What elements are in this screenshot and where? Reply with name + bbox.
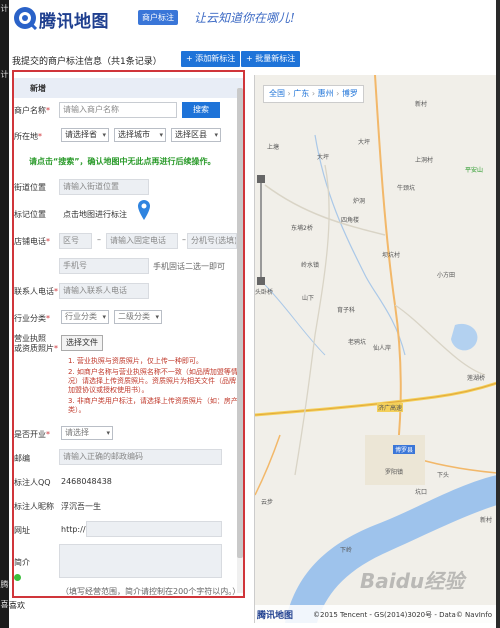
map-label: 东埔2桥	[291, 225, 313, 232]
map-label: 新村	[480, 517, 493, 524]
map-label: 平安山	[465, 167, 484, 174]
slogan: 让云知道你在哪儿!	[194, 11, 295, 25]
map-label: 牛颈坑	[397, 185, 416, 192]
map-label: 坑口	[415, 489, 428, 496]
shop-phone-label: 店铺电话*	[14, 237, 50, 246]
open-status-label: 是否开业*	[14, 430, 50, 439]
qq-label: 标注人QQ	[14, 478, 51, 487]
merchant-name-label: 商户名称*	[14, 106, 50, 115]
map-label: 莲湖桥	[467, 375, 486, 382]
nickname-value: 浮沉吾一生	[61, 502, 101, 511]
industry-select[interactable]: 行业分类 ▾	[61, 310, 109, 324]
right-window-strip	[496, 0, 500, 628]
postcode-label: 邮编	[14, 454, 30, 463]
intro-label: 简介	[14, 558, 30, 567]
map-label: 头卧桥	[255, 289, 274, 296]
nickname-label: 标注人昵称	[14, 502, 54, 511]
city-select[interactable]: 选择城市 ▾	[114, 128, 166, 142]
map-label: 下岭	[340, 547, 353, 554]
license-note-3: 3. 非商户类用户标注，请选择上传资质照片（如：房产类）。	[68, 397, 238, 414]
map-label: 仙人岸	[373, 345, 392, 352]
map-view[interactable]: 全国 › 广东 › 惠州 › 博罗 上塘 新村 大坪 大坪 牛颈坑 平安山 上洞…	[254, 75, 496, 623]
crumb-item[interactable]: 博罗	[342, 89, 358, 98]
product-badge: 商户标注	[138, 10, 178, 25]
map-label: 济广高速	[377, 403, 404, 412]
map-label: 下头	[437, 472, 450, 479]
site-header: 腾讯地图 商户标注 让云知道你在哪儿!	[9, 0, 496, 40]
new-mark-form: 新增 商户名称* 请输入商户名称 搜索 所在地* 请选择省 ▾ 选择城市 ▾ 选择区…	[12, 70, 245, 598]
license-note-2: 2. 如商户名称与营业执照名称不一致（如品牌加盟等情况）请选择上传资质照片。资质…	[68, 368, 238, 394]
mark-position-label: 标记位置	[14, 210, 46, 219]
qq-value: 2468048438	[61, 477, 112, 486]
status-dot-icon	[14, 574, 21, 581]
region-breadcrumb: 全国 › 广东 › 惠州 › 博罗	[263, 85, 364, 103]
zoom-control[interactable]	[257, 175, 265, 285]
map-label: 大坪	[317, 154, 330, 161]
map-label: 坝坑村	[382, 252, 401, 259]
province-select[interactable]: 请选择省 ▾	[61, 128, 109, 142]
contact-phone-input[interactable]: 请输入联系人电话	[59, 283, 149, 299]
map-label: 博罗县	[393, 445, 416, 454]
watermark: Baidu经验	[360, 569, 465, 593]
intro-note: （填写经营范围，简介请控制在200个字符以内。）	[61, 587, 241, 596]
map-label: 大坪	[358, 139, 371, 146]
street-input[interactable]: 请输入街道位置	[59, 179, 149, 195]
open-status-select[interactable]: 请选择 ▾	[61, 426, 113, 440]
intro-textarea[interactable]	[59, 544, 222, 578]
postcode-input[interactable]: 请输入正确的邮政编码	[59, 449, 222, 465]
submission-summary[interactable]: 我提交的商户标注信息（共1条记录）	[12, 54, 162, 67]
map-pin-icon[interactable]	[137, 199, 151, 221]
bottom-left-text: 喜欢	[9, 601, 25, 610]
search-hint: 请点击“搜索”，确认地图中无此点再进行后续操作。	[29, 157, 216, 166]
batch-mark-button[interactable]: + 批量新标注	[241, 51, 301, 67]
crumb-item[interactable]: 全国	[269, 89, 285, 98]
fixed-phone-input[interactable]: 请输入固定电话	[106, 233, 178, 249]
map-footer-logo: 腾讯地图	[257, 611, 294, 621]
search-button[interactable]: 搜索	[182, 102, 220, 118]
phone-note: 手机固话二选一即可	[153, 262, 225, 271]
form-section-header: 新增	[14, 78, 243, 98]
mark-position-text: 点击地图进行标注	[63, 210, 127, 219]
crumb-item[interactable]: 广东	[293, 89, 309, 98]
url-label: 网址	[14, 526, 30, 535]
license-note-1: 1. 营业执照与资质照片，仅上传一种即可。	[68, 357, 203, 365]
map-label: 上塘	[267, 144, 280, 151]
license-label: 营业执照 或资质照片*	[14, 334, 58, 353]
map-label: 山下	[302, 295, 315, 302]
map-label: 上洞村	[415, 157, 434, 164]
map-label: 岭水镇	[301, 262, 320, 269]
industry-label: 行业分类*	[14, 314, 50, 323]
tencent-map-logo-icon	[14, 7, 37, 30]
choose-file-button[interactable]: 选择文件	[61, 335, 103, 351]
url-input[interactable]	[86, 521, 222, 537]
map-label: 小方田	[437, 272, 456, 279]
contact-phone-label: 联系人电话*	[14, 287, 58, 296]
map-footer: 腾讯地图 ©2015 Tencent - GS(2014)3020号 - Dat…	[255, 605, 496, 623]
extension-input[interactable]: 分机号(选填)	[187, 233, 237, 249]
merchant-name-input[interactable]: 请输入商户名称	[59, 102, 177, 118]
map-label: 云步	[261, 499, 274, 506]
sub-industry-select[interactable]: 二级分类 ▾	[114, 310, 162, 324]
crumb-item[interactable]: 惠州	[318, 89, 334, 98]
form-scrollbar-thumb[interactable]	[237, 88, 243, 558]
area-code-input[interactable]: 区号	[59, 233, 92, 249]
district-select[interactable]: 选择区县 ▾	[171, 128, 221, 142]
logo-text[interactable]: 腾讯地图	[39, 7, 109, 32]
map-label: 新村	[415, 101, 428, 108]
url-prefix: http://	[61, 525, 86, 534]
map-label: 老鸦坑	[348, 339, 367, 346]
map-label: 罗阳镇	[385, 469, 404, 476]
map-label: 四角楼	[341, 217, 360, 224]
street-label: 街道位置	[14, 183, 46, 192]
region-label: 所在地*	[14, 132, 42, 141]
map-label: 炉洞	[353, 198, 366, 205]
map-label: 育子科	[337, 307, 356, 314]
left-window-strip: 计 计 腾 喜	[0, 0, 9, 628]
add-new-mark-button[interactable]: + 添加新标注	[181, 51, 241, 67]
map-copyright: ©2015 Tencent - GS(2014)3020号 - Data© Na…	[313, 611, 492, 619]
mobile-input[interactable]: 手机号	[59, 258, 149, 274]
